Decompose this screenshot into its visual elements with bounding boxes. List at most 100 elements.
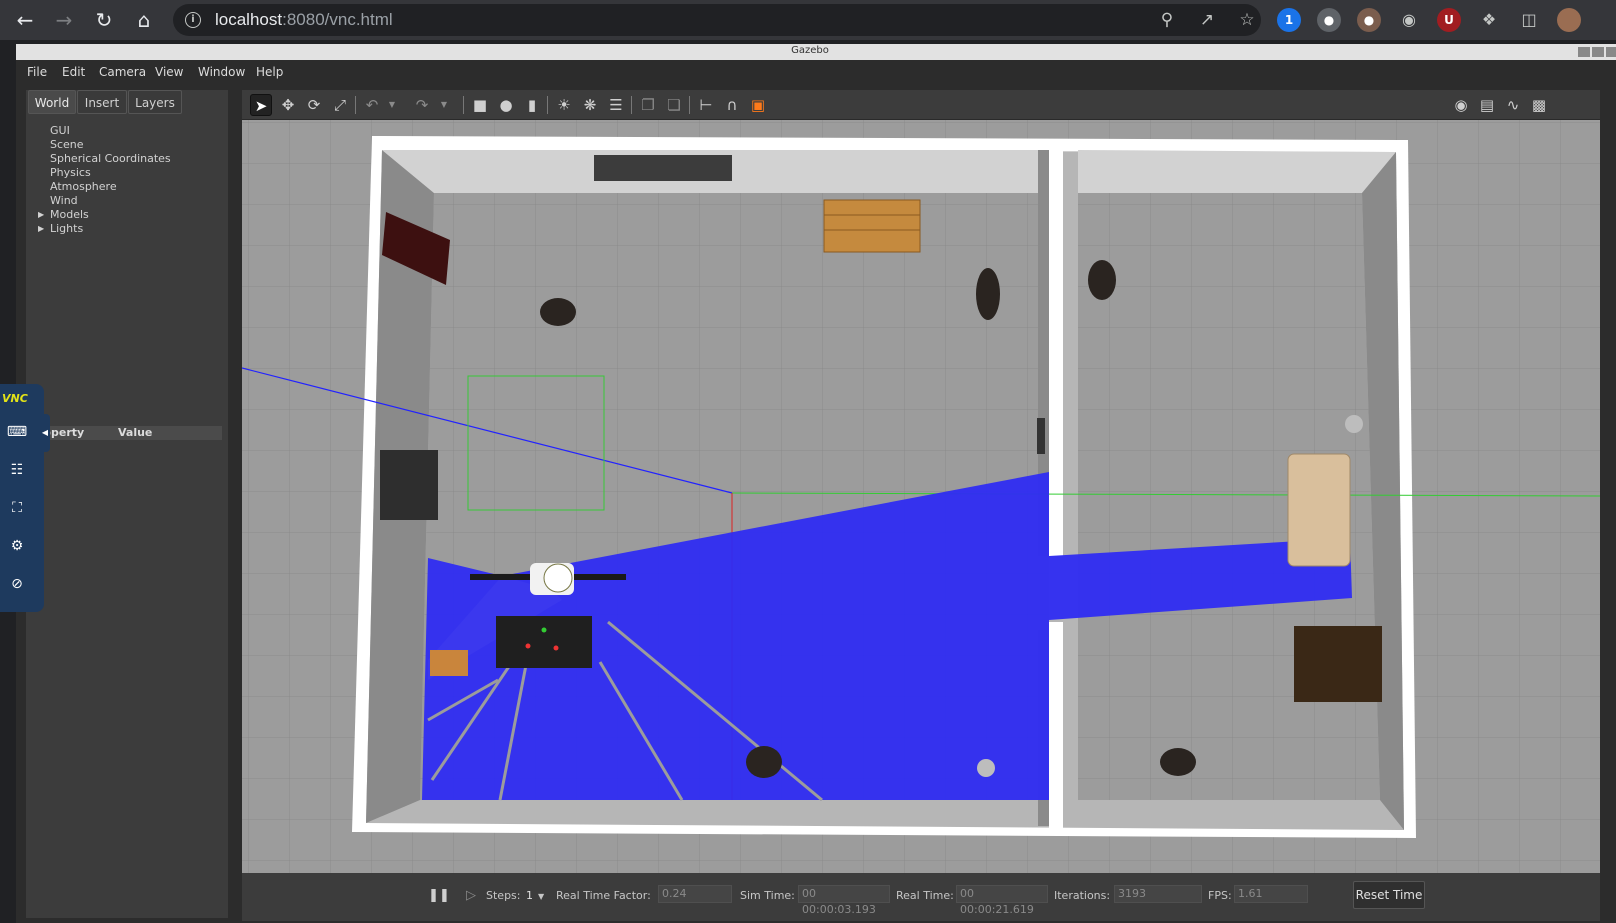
tree-item-spherical-coordinates[interactable]: Spherical Coordinates — [50, 152, 171, 165]
url-text[interactable]: localhost:8080/vnc.html — [215, 10, 393, 30]
directional-light-icon[interactable]: ☰ — [605, 94, 627, 116]
side-panel-icon[interactable]: ◫ — [1517, 8, 1541, 32]
lamp-model — [1345, 415, 1363, 433]
redo-dropdown-icon[interactable]: ▼ — [433, 94, 455, 116]
back-icon[interactable]: ← — [12, 7, 38, 33]
menu-camera[interactable]: Camera — [99, 65, 146, 79]
settings-gear-icon[interactable]: ⚙ — [5, 534, 29, 558]
render-panel: ➤ ✥ ⟳ ⤢ ↶ ▼ ↷ ▼ ■ ● ▮ ☀ ❋ ☰ ❐ ❏ ⊢ ∩ ▣ ◉ … — [242, 90, 1600, 921]
menu-help[interactable]: Help — [256, 65, 283, 79]
tree-item-scene[interactable]: Scene — [50, 138, 84, 151]
undo-dropdown-icon[interactable]: ▼ — [381, 94, 403, 116]
menu-window[interactable]: Window — [198, 65, 245, 79]
scale-mode-icon[interactable]: ⤢ — [329, 94, 351, 116]
spot-light-icon[interactable]: ❋ — [579, 94, 601, 116]
point-light-icon[interactable]: ☀ — [553, 94, 575, 116]
translate-mode-icon[interactable]: ✥ — [277, 94, 299, 116]
zoom-icon[interactable]: ⚲ — [1157, 10, 1177, 30]
avatar[interactable] — [1557, 8, 1581, 32]
tree-item-physics[interactable]: Physics — [50, 166, 91, 179]
log-icon[interactable]: ▤ — [1476, 94, 1498, 116]
person-model — [1160, 748, 1196, 776]
menu-view[interactable]: View — [155, 65, 183, 79]
tree-item-wind[interactable]: Wind — [50, 194, 78, 207]
home-icon[interactable]: ⌂ — [131, 7, 157, 33]
undo-icon[interactable]: ↶ — [361, 94, 383, 116]
screenshot-icon[interactable]: ◉ — [1450, 94, 1472, 116]
paste-icon[interactable]: ❏ — [663, 94, 685, 116]
extensions-puzzle-icon[interactable]: ❖ — [1477, 8, 1501, 32]
rotate-mode-icon[interactable]: ⟳ — [303, 94, 325, 116]
ublock-icon[interactable]: U — [1437, 8, 1461, 32]
person-model — [746, 746, 782, 778]
table-model — [496, 616, 592, 668]
menu-bar: File Edit Camera View Window Help — [16, 60, 1616, 84]
menu-file[interactable]: File — [27, 65, 47, 79]
clipboard-icon[interactable]: ☷ — [5, 458, 29, 482]
steps-spinner[interactable]: 1 — [526, 889, 533, 902]
window-titlebar: Gazebo — [16, 44, 1616, 60]
tab-world[interactable]: World — [28, 90, 76, 114]
real-time-factor-label: Real Time Factor: — [556, 889, 651, 902]
pause-icon[interactable]: ❚❚ — [428, 885, 450, 907]
reload-icon[interactable]: ↻ — [91, 7, 117, 33]
left-panel: World Insert Layers GUI Scene Spherical … — [26, 90, 228, 918]
person-model — [1088, 260, 1116, 300]
change-view-icon[interactable]: ▣ — [747, 94, 769, 116]
close-button[interactable] — [1606, 47, 1616, 57]
address-bar[interactable]: i localhost:8080/vnc.html ⚲ ↗ ☆ — [173, 4, 1261, 36]
extension-icon[interactable]: ● — [1317, 8, 1341, 32]
bookmark-star-icon[interactable]: ☆ — [1237, 10, 1257, 30]
cabinet-model — [1294, 626, 1382, 702]
select-mode-icon[interactable]: ➤ — [250, 94, 272, 116]
tree-item-models[interactable]: Models — [50, 208, 89, 221]
person-model — [976, 268, 1000, 320]
chair-model — [430, 650, 468, 676]
tab-insert[interactable]: Insert — [77, 90, 127, 114]
scene-toolbar: ➤ ✥ ⟳ ⤢ ↶ ▼ ↷ ▼ ■ ● ▮ ☀ ❋ ☰ ❐ ❏ ⊢ ∩ ▣ ◉ … — [242, 90, 1600, 120]
real-time-field: 00 00:00:21.619 — [956, 885, 1048, 916]
door-model — [1037, 418, 1045, 454]
snap-icon[interactable]: ∩ — [721, 94, 743, 116]
menu-edit[interactable]: Edit — [62, 65, 85, 79]
redo-icon[interactable]: ↷ — [411, 94, 433, 116]
extension-icon[interactable]: ● — [1357, 8, 1381, 32]
forward-icon[interactable]: → — [51, 7, 77, 33]
align-icon[interactable]: ⊢ — [695, 94, 717, 116]
steps-dropdown-icon[interactable]: ▼ — [538, 892, 544, 901]
plot-icon[interactable]: ∿ — [1502, 94, 1524, 116]
tree-item-lights[interactable]: Lights — [50, 222, 83, 235]
share-icon[interactable]: ↗ — [1197, 10, 1217, 30]
password-manager-icon[interactable]: 1 — [1277, 8, 1301, 32]
vnc-control-bar: VNC ⌨ ☷ ⛶ ⚙ ⊘ ◀ — [0, 384, 50, 612]
maximize-button[interactable] — [1592, 47, 1604, 57]
camera-extension-icon[interactable]: ◉ — [1397, 8, 1421, 32]
person-model — [540, 298, 576, 326]
step-icon[interactable]: ▷ — [460, 885, 482, 907]
sofa-model — [1287, 453, 1351, 567]
reset-time-button[interactable]: Reset Time — [1353, 881, 1425, 909]
sphere-shape-icon[interactable]: ● — [495, 94, 517, 116]
minimize-button[interactable] — [1578, 47, 1590, 57]
keyboard-icon[interactable]: ⌨ — [5, 420, 29, 444]
copy-icon[interactable]: ❐ — [637, 94, 659, 116]
box-shape-icon[interactable]: ■ — [469, 94, 491, 116]
vnc-bar-handle[interactable]: ◀ — [40, 414, 50, 452]
tv-model — [380, 450, 438, 520]
simulation-status-bar: ❚❚ ▷ Steps: 1 ▼ Real Time Factor: 0.24 S… — [242, 873, 1600, 919]
fullscreen-icon[interactable]: ⛶ — [5, 496, 29, 520]
tree-item-atmosphere[interactable]: Atmosphere — [50, 180, 117, 193]
expand-arrow-icon[interactable]: ▶ — [38, 224, 44, 233]
expand-arrow-icon[interactable]: ▶ — [38, 210, 44, 219]
site-info-icon[interactable]: i — [185, 12, 201, 28]
bench-model — [823, 199, 921, 253]
steps-label: Steps: — [486, 889, 521, 902]
sim-time-label: Sim Time: — [740, 889, 795, 902]
tab-layers[interactable]: Layers — [128, 90, 182, 114]
cylinder-shape-icon[interactable]: ▮ — [521, 94, 543, 116]
3d-scene-view[interactable] — [242, 120, 1600, 873]
video-record-icon[interactable]: ▩ — [1528, 94, 1550, 116]
real-time-label: Real Time: — [896, 889, 954, 902]
disconnect-icon[interactable]: ⊘ — [5, 572, 29, 596]
tree-item-gui[interactable]: GUI — [50, 124, 70, 137]
